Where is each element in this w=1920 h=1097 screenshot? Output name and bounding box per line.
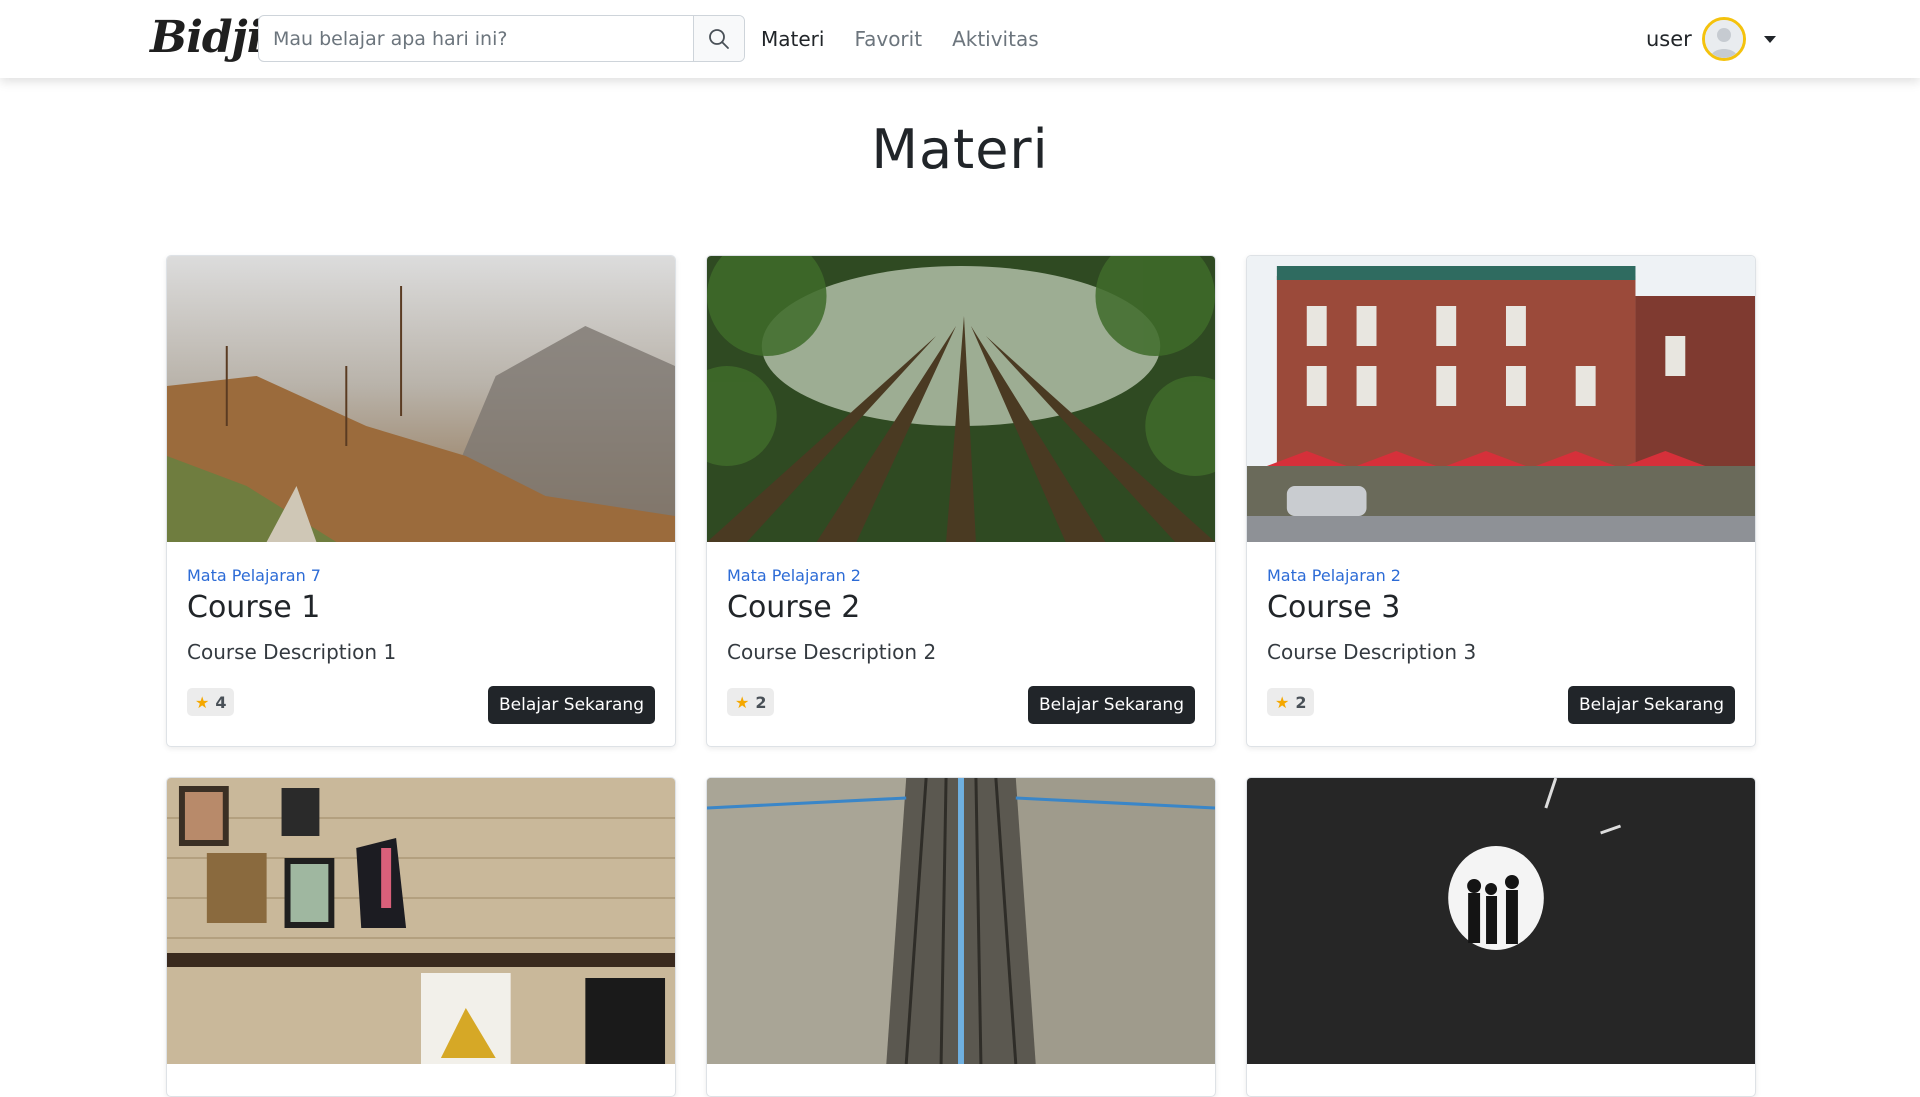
nav-link-aktivitas[interactable]: Aktivitas [952,22,1039,56]
page-title: Materi [871,118,1049,181]
learn-now-button[interactable]: Belajar Sekarang [1028,686,1195,724]
nav-links: Materi Favorit Aktivitas [761,22,1069,56]
brand-logo[interactable]: Bidji [150,10,263,66]
avatar[interactable] [1701,17,1746,61]
course-image-tall-trees [707,256,1215,542]
rating-badge: ★ 2 [727,688,775,716]
card-subject-link[interactable]: Mata Pelajaran 2 [727,566,1195,586]
card-description: Course Description 2 [727,640,937,664]
learn-now-button[interactable]: Belajar Sekarang [1568,686,1735,724]
chevron-down-icon[interactable] [1763,35,1776,43]
course-image-foggy-mountain [167,256,675,542]
rating-badge: ★ 4 [187,688,235,716]
card-body: Mata Pelajaran 2 Course 3 Course Descrip… [1247,542,1755,746]
user-name: user [1646,27,1692,51]
search-icon [709,28,729,49]
learn-now-button[interactable]: Belajar Sekarang [488,686,655,724]
course-card [706,777,1216,1097]
star-icon: ★ [1275,692,1290,712]
card-title: Course 2 [727,590,861,625]
course-image-clothing-shop [167,778,675,1064]
search-input[interactable] [259,16,693,61]
card-body: Mata Pelajaran 2 Course 2 Course Descrip… [707,542,1215,746]
top-navbar: Bidji Materi Favorit Aktivitas user [0,0,1920,78]
course-card: Mata Pelajaran 2 Course 2 Course Descrip… [706,255,1216,747]
course-card: Mata Pelajaran 7 Course 1 Course Descrip… [166,255,676,747]
card-subject-link[interactable]: Mata Pelajaran 2 [1267,566,1735,586]
card-description: Course Description 3 [1267,640,1477,664]
star-icon: ★ [735,692,750,712]
search-button[interactable] [693,16,744,61]
course-card [166,777,676,1097]
card-title: Course 1 [187,590,321,625]
star-icon: ★ [195,692,210,712]
card-body: Mata Pelajaran 7 Course 1 Course Descrip… [167,542,675,746]
card-title: Course 3 [1267,590,1401,625]
search-bar [258,15,745,62]
course-card [1246,777,1756,1097]
card-subject-link[interactable]: Mata Pelajaran 7 [187,566,655,586]
course-card: Mata Pelajaran 2 Course 3 Course Descrip… [1246,255,1756,747]
rating-value: 2 [755,692,767,712]
card-description: Course Description 1 [187,640,397,664]
course-image-railway [707,778,1215,1064]
rating-value: 4 [215,692,227,712]
rating-value: 2 [1295,692,1307,712]
course-image-brick-building [1247,256,1755,542]
nav-link-materi[interactable]: Materi [761,22,824,56]
user-avatar-icon [1704,20,1743,58]
course-image-dark-tunnel [1247,778,1755,1064]
nav-link-favorit[interactable]: Favorit [854,22,922,56]
rating-badge: ★ 2 [1267,688,1315,716]
user-menu[interactable]: user [1646,17,1776,61]
